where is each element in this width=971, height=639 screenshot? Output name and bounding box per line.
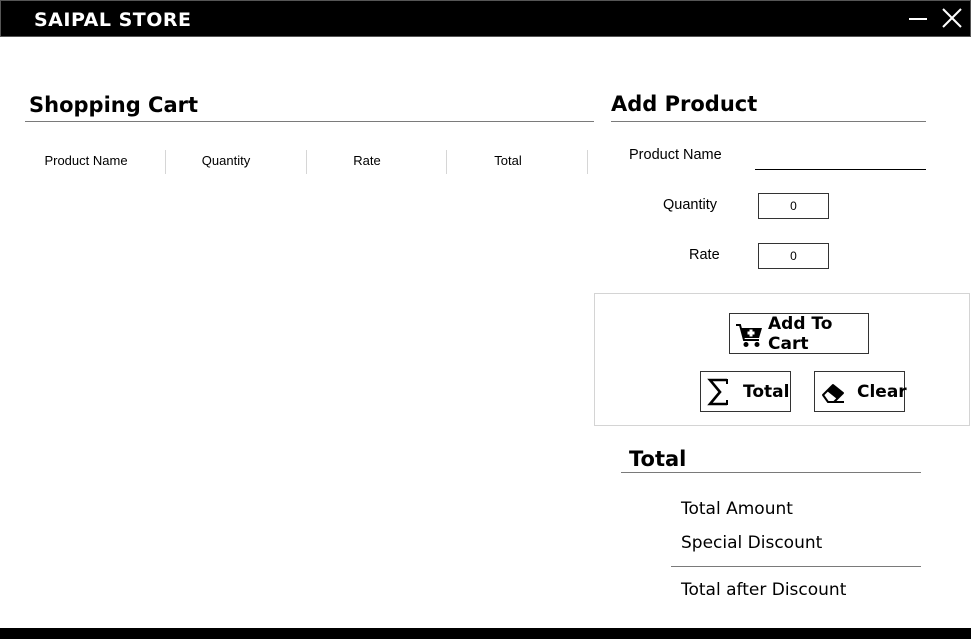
app-title: SAIPAL STORE bbox=[34, 9, 192, 31]
product-name-label: Product Name bbox=[629, 147, 722, 163]
add-to-cart-label: Add To Cart bbox=[768, 313, 833, 354]
minimize-button[interactable] bbox=[903, 5, 933, 33]
total-button[interactable]: Total bbox=[700, 371, 791, 412]
special-discount-label: Special Discount bbox=[681, 533, 823, 553]
shopping-cart-title: Shopping Cart bbox=[29, 93, 199, 117]
rate-input[interactable] bbox=[758, 243, 829, 269]
cart-table-body[interactable] bbox=[25, 178, 594, 618]
product-name-input[interactable] bbox=[755, 150, 926, 170]
title-bar: SAIPAL STORE bbox=[0, 0, 971, 37]
column-header-rate[interactable]: Rate bbox=[297, 153, 437, 168]
cart-add-icon bbox=[736, 323, 762, 347]
clear-button-label: Clear bbox=[857, 381, 907, 402]
quantity-input[interactable] bbox=[758, 193, 829, 219]
column-separator bbox=[587, 150, 588, 174]
minimize-icon bbox=[909, 18, 927, 20]
add-product-divider bbox=[611, 121, 926, 122]
eraser-icon bbox=[822, 383, 844, 403]
rate-label: Rate bbox=[689, 247, 720, 263]
bottom-bar bbox=[0, 628, 971, 639]
add-product-title: Add Product bbox=[611, 92, 758, 116]
total-after-discount-label: Total after Discount bbox=[681, 580, 847, 600]
quantity-label: Quantity bbox=[663, 197, 717, 213]
total-section-title: Total bbox=[629, 447, 687, 471]
close-icon bbox=[942, 8, 962, 28]
add-to-cart-button[interactable]: Add To Cart bbox=[729, 313, 869, 354]
total-button-label: Total bbox=[743, 381, 790, 402]
total-amount-label: Total Amount bbox=[681, 499, 793, 519]
clear-button[interactable]: Clear bbox=[814, 371, 907, 412]
column-header-quantity[interactable]: Quantity bbox=[156, 153, 296, 168]
close-button[interactable] bbox=[937, 5, 967, 33]
total-section-divider bbox=[621, 472, 921, 473]
summary-divider bbox=[671, 566, 921, 567]
column-header-product-name[interactable]: Product Name bbox=[16, 153, 156, 168]
column-header-total[interactable]: Total bbox=[438, 153, 578, 168]
sigma-icon bbox=[707, 378, 728, 405]
shopping-cart-divider bbox=[25, 121, 594, 122]
